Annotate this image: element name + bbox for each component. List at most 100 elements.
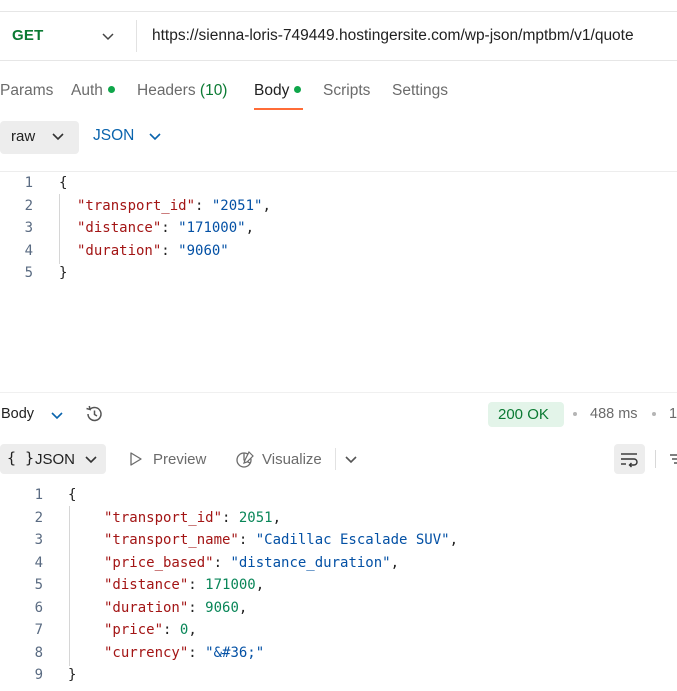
json-key: "transport_id": [77, 198, 196, 214]
json-key: "transport_id": [104, 510, 223, 526]
tab-headers[interactable]: Headers (10): [137, 82, 227, 100]
json-key: "distance": [77, 220, 162, 236]
json-value: 171000: [205, 577, 256, 593]
json-value: "9060": [178, 243, 229, 259]
line-number: 5: [34, 577, 43, 593]
json-value: "Cadillac Escalade SUV": [255, 532, 450, 548]
line-number: 8: [34, 645, 43, 661]
code-line: "transport_id": 2051,: [104, 510, 281, 526]
json-sep: :: [222, 510, 239, 526]
request-bar: GET https://sienna-loris-749449.hostinge…: [0, 11, 677, 61]
json-comma: ,: [449, 532, 459, 548]
json-sep: :: [188, 600, 206, 616]
tab-body-label: Body: [254, 82, 290, 99]
json-comma: ,: [272, 510, 282, 526]
json-comma: ,: [255, 577, 265, 593]
line-number: 2: [34, 510, 43, 526]
json-comma: ,: [188, 622, 197, 638]
code-line: "price": 0,: [104, 622, 197, 638]
json-key: "price": [104, 622, 164, 638]
code-line: "price_based": "distance_duration",: [104, 555, 399, 571]
json-value: "distance_duration": [230, 555, 391, 571]
preview-play-icon[interactable]: [128, 451, 144, 467]
chevron-down-icon[interactable]: [50, 408, 64, 422]
json-value: "2051": [211, 198, 263, 214]
close-brace: }: [68, 667, 77, 683]
json-key: "duration": [77, 243, 162, 259]
code-line: "distance": "171000",: [77, 220, 254, 236]
json-key: "currency": [104, 645, 189, 661]
method-select[interactable]: GET: [12, 27, 43, 44]
json-sep: :: [195, 198, 212, 214]
open-brace: {: [59, 175, 68, 191]
json-sep: :: [161, 243, 179, 259]
auth-status-dot: [107, 86, 115, 93]
code-line: "transport_id": "2051",: [77, 198, 271, 214]
code-line: "duration": "9060": [77, 243, 229, 259]
tab-auth[interactable]: Auth: [71, 82, 115, 100]
json-key: "duration": [104, 600, 189, 616]
wrap-lines-icon: [621, 453, 638, 468]
separator-dot: [652, 412, 656, 416]
code-line: "distance": 171000,: [104, 577, 264, 593]
divider: [335, 448, 336, 470]
chevron-down-icon: [149, 133, 161, 141]
close-brace: }: [59, 265, 68, 281]
json-sep: :: [188, 645, 206, 661]
preview-button[interactable]: Preview: [153, 451, 206, 468]
open-brace: {: [68, 487, 77, 503]
url-input[interactable]: https://sienna-loris-749449.hostingersit…: [152, 27, 634, 45]
line-number: 1: [34, 487, 43, 503]
tab-body[interactable]: Body: [254, 82, 302, 100]
json-sep: :: [161, 220, 179, 236]
body-language-select[interactable]: JSON: [93, 127, 134, 145]
divider: [0, 392, 677, 393]
json-sep: :: [213, 555, 231, 571]
body-status-dot: [294, 86, 302, 93]
json-comma: ,: [238, 600, 248, 616]
response-time[interactable]: 488 ms: [590, 406, 638, 422]
tab-auth-label: Auth: [71, 82, 103, 99]
line-number: 3: [34, 532, 43, 548]
line-number: 4: [24, 243, 33, 259]
json-value: "171000": [178, 220, 246, 236]
response-size[interactable]: 1: [669, 406, 677, 422]
tab-scripts[interactable]: Scripts: [323, 82, 370, 100]
json-key: "transport_name": [104, 532, 239, 548]
json-value: 2051: [238, 510, 273, 526]
braces-icon: { }: [7, 449, 35, 467]
chevron-down-icon: [85, 456, 97, 464]
code-line: "duration": 9060,: [104, 600, 247, 616]
line-number: 9: [34, 667, 43, 683]
json-sep: :: [163, 622, 180, 638]
code-line: "transport_name": "Cadillac Escalade SUV…: [104, 532, 458, 548]
chevron-down-icon[interactable]: [101, 29, 115, 43]
json-comma: ,: [262, 198, 271, 214]
chevron-down-icon[interactable]: [344, 452, 358, 466]
filter-icon[interactable]: [670, 452, 677, 466]
json-key: "distance": [104, 577, 189, 593]
response-section-select[interactable]: Body: [1, 406, 34, 422]
visualize-icon[interactable]: [234, 449, 256, 471]
json-value: 9060: [205, 600, 239, 616]
code-line: "currency": "&#36;": [104, 645, 264, 661]
line-number: 7: [34, 622, 43, 638]
json-key: "price_based": [104, 555, 214, 571]
tab-settings[interactable]: Settings: [392, 82, 448, 100]
chevron-down-icon: [52, 133, 64, 141]
response-format-label: JSON: [35, 451, 76, 468]
line-number: 4: [34, 555, 43, 571]
body-mode-label: raw: [11, 128, 36, 145]
headers-count: (10): [199, 82, 228, 99]
divider: [655, 450, 656, 468]
status-badge-label: 200 OK: [498, 406, 549, 423]
divider: [136, 20, 137, 52]
line-number: 2: [24, 198, 33, 214]
line-number: 5: [24, 265, 33, 281]
visualize-button[interactable]: Visualize: [262, 451, 322, 468]
line-number: 6: [34, 600, 43, 616]
json-value: "&#36;": [205, 645, 265, 661]
history-icon[interactable]: [83, 403, 105, 425]
tab-headers-label: Headers: [137, 82, 196, 99]
tab-params[interactable]: Params: [0, 82, 53, 100]
